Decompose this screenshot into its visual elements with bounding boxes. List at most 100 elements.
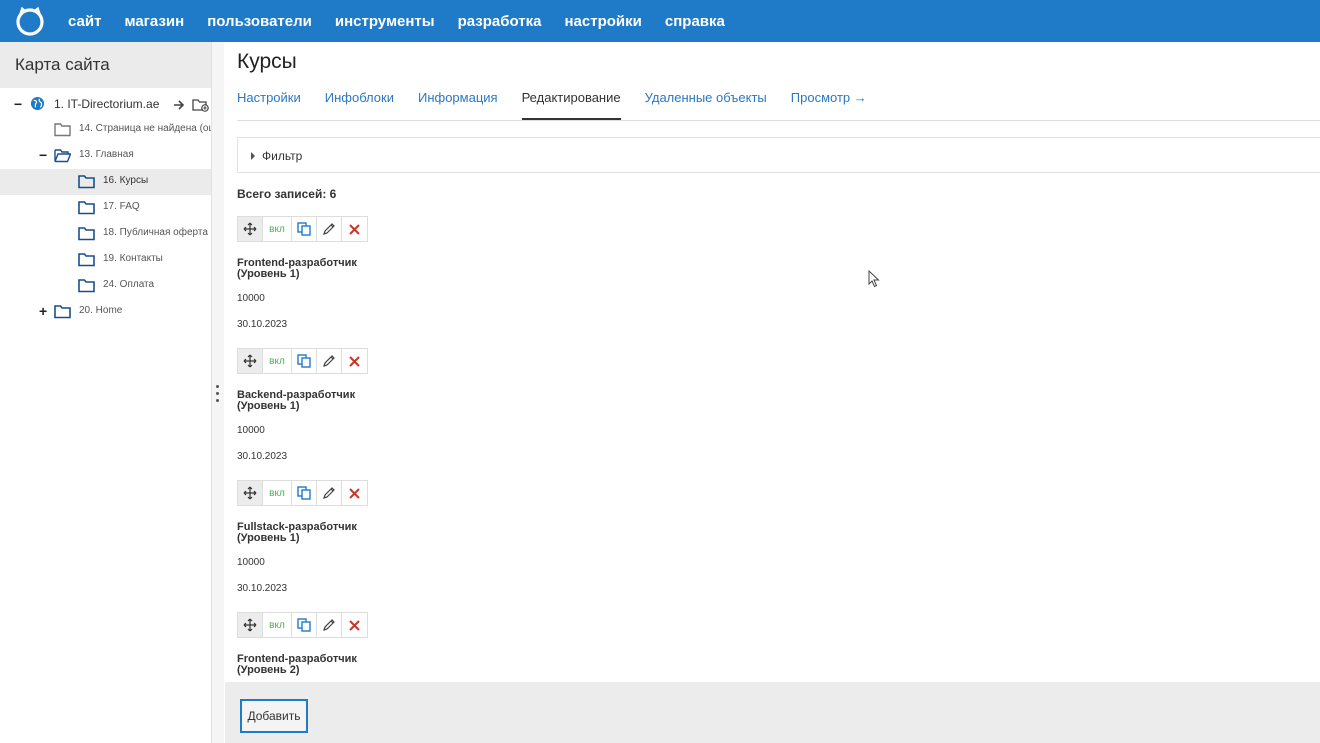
tab-infoblocks[interactable]: Инфоблоки <box>325 90 394 120</box>
menu-help[interactable]: справка <box>665 13 725 30</box>
record-price: 10000 <box>237 557 265 568</box>
arrow-right-icon[interactable] <box>174 100 185 110</box>
tree-item-not-found[interactable]: 14. Страница не найдена (ош <box>0 117 211 143</box>
record-toolbar: вкл <box>237 348 368 374</box>
pencil-icon <box>323 223 335 235</box>
copy-button[interactable] <box>292 217 317 241</box>
record-title[interactable]: Backend-разработчик (Уровень 1) <box>237 390 437 412</box>
record-title-line-2: (Уровень 1) <box>237 400 300 412</box>
menu-development[interactable]: разработка <box>458 13 542 30</box>
menu-tools[interactable]: инструменты <box>335 13 435 30</box>
tree-item-offer[interactable]: 18. Публичная оферта <box>0 221 211 247</box>
folder-open-icon <box>54 149 71 163</box>
tree-item-root[interactable]: − 1. IT-Directorium.ae <box>0 92 211 118</box>
tree-item-faq[interactable]: 17. FAQ <box>0 195 211 221</box>
add-folder-icon[interactable] <box>192 98 209 112</box>
tree-item-label: 24. Оплата <box>103 279 155 290</box>
copy-icon <box>297 486 311 500</box>
close-icon <box>349 619 360 631</box>
edit-button[interactable] <box>317 613 342 637</box>
delete-button[interactable] <box>342 349 367 373</box>
cat-logo-icon[interactable] <box>14 5 46 37</box>
pencil-icon <box>323 355 335 367</box>
menu-site[interactable]: сайт <box>68 13 101 30</box>
filter-label: Фильтр <box>262 149 303 163</box>
edit-button[interactable] <box>317 481 342 505</box>
copy-icon <box>297 618 311 632</box>
edit-button[interactable] <box>317 349 342 373</box>
record-title[interactable]: Frontend-разработчик (Уровень 2) <box>237 654 437 676</box>
sidebar-title: Карта сайта <box>0 42 211 88</box>
tree-item-courses[interactable]: 16. Курсы <box>0 169 211 195</box>
delete-button[interactable] <box>342 613 367 637</box>
record-title[interactable]: Fullstack-разработчик (Уровень 1) <box>237 522 437 544</box>
toggle-active-button[interactable]: вкл <box>263 481 292 505</box>
top-navbar: сайт магазин пользователи инструменты ра… <box>0 0 1320 42</box>
tree-item-payment[interactable]: 24. Оплата <box>0 273 211 299</box>
menu-settings[interactable]: настройки <box>565 13 642 30</box>
copy-button[interactable] <box>292 613 317 637</box>
record-price: 10000 <box>237 425 265 436</box>
tree-collapse-toggle[interactable]: − <box>39 147 47 163</box>
record-price: 10000 <box>237 293 265 304</box>
move-button[interactable] <box>238 349 263 373</box>
edit-button[interactable] <box>317 217 342 241</box>
tree-item-home-ru[interactable]: − 13. Главная <box>0 143 211 169</box>
tree-item-label: 14. Страница не найдена (ош <box>79 123 211 134</box>
folder-icon <box>78 253 95 267</box>
move-icon <box>243 222 257 236</box>
resize-grip-icon[interactable] <box>216 385 220 405</box>
copy-button[interactable] <box>292 349 317 373</box>
copy-button[interactable] <box>292 481 317 505</box>
copy-icon <box>297 222 311 236</box>
mouse-cursor-icon <box>868 270 880 288</box>
tree-collapse-toggle[interactable]: − <box>14 96 22 112</box>
move-button[interactable] <box>238 481 263 505</box>
record-title-line-2: (Уровень 1) <box>237 532 300 544</box>
menu-users[interactable]: пользователи <box>207 13 312 30</box>
globe-icon <box>30 96 45 111</box>
move-button[interactable] <box>238 217 263 241</box>
filter-panel-toggle[interactable]: Фильтр <box>237 137 1320 173</box>
tree-item-label: 13. Главная <box>79 149 134 160</box>
caret-right-icon <box>251 152 255 160</box>
toggle-active-button[interactable]: вкл <box>263 613 292 637</box>
tree-item-label: 20. Home <box>79 305 123 316</box>
folder-icon <box>78 175 95 189</box>
move-icon <box>243 618 257 632</box>
tree-item-home-en[interactable]: + 20. Home <box>0 299 211 325</box>
record-title-line-2: (Уровень 1) <box>237 268 300 280</box>
record-date: 30.10.2023 <box>237 451 288 462</box>
tab-editing[interactable]: Редактирование <box>521 90 621 120</box>
menu-shop[interactable]: магазин <box>124 13 184 30</box>
main-content: Курсы Настройки Инфоблоки Информация Ред… <box>225 42 1320 743</box>
tree-item-contacts[interactable]: 19. Контакты <box>0 247 211 273</box>
close-icon <box>349 487 360 499</box>
delete-button[interactable] <box>342 481 367 505</box>
record-toolbar: вкл <box>237 612 368 638</box>
tab-information[interactable]: Информация <box>418 90 498 120</box>
page-title: Курсы <box>237 50 297 73</box>
record-title-line-2: (Уровень 2) <box>237 664 300 676</box>
record-date: 30.10.2023 <box>237 583 288 594</box>
add-button[interactable]: Добавить <box>240 699 308 733</box>
record-toolbar: вкл <box>237 216 368 242</box>
move-button[interactable] <box>238 613 263 637</box>
sitemap-sidebar: Карта сайта − 1. IT-Directorium.ae 14. С… <box>0 42 211 743</box>
folder-icon <box>54 123 71 137</box>
tab-deleted-objects[interactable]: Удаленные объекты <box>645 90 767 120</box>
toggle-active-button[interactable]: вкл <box>263 217 292 241</box>
tab-preview[interactable]: Просмотр → <box>791 90 867 120</box>
toggle-active-button[interactable]: вкл <box>263 349 292 373</box>
footer-bar: Добавить <box>225 682 1320 743</box>
tab-bar: Настройки Инфоблоки Информация Редактиро… <box>237 90 891 120</box>
move-icon <box>243 486 257 500</box>
delete-button[interactable] <box>342 217 367 241</box>
tree-expand-toggle[interactable]: + <box>39 303 47 319</box>
records-total: Всего записей: 6 <box>237 187 337 201</box>
top-menu: сайт магазин пользователи инструменты ра… <box>68 0 748 42</box>
tab-settings[interactable]: Настройки <box>237 90 301 120</box>
folder-icon <box>78 201 95 215</box>
record-title[interactable]: Frontend-разработчик (Уровень 1) <box>237 258 437 280</box>
close-icon <box>349 223 360 235</box>
